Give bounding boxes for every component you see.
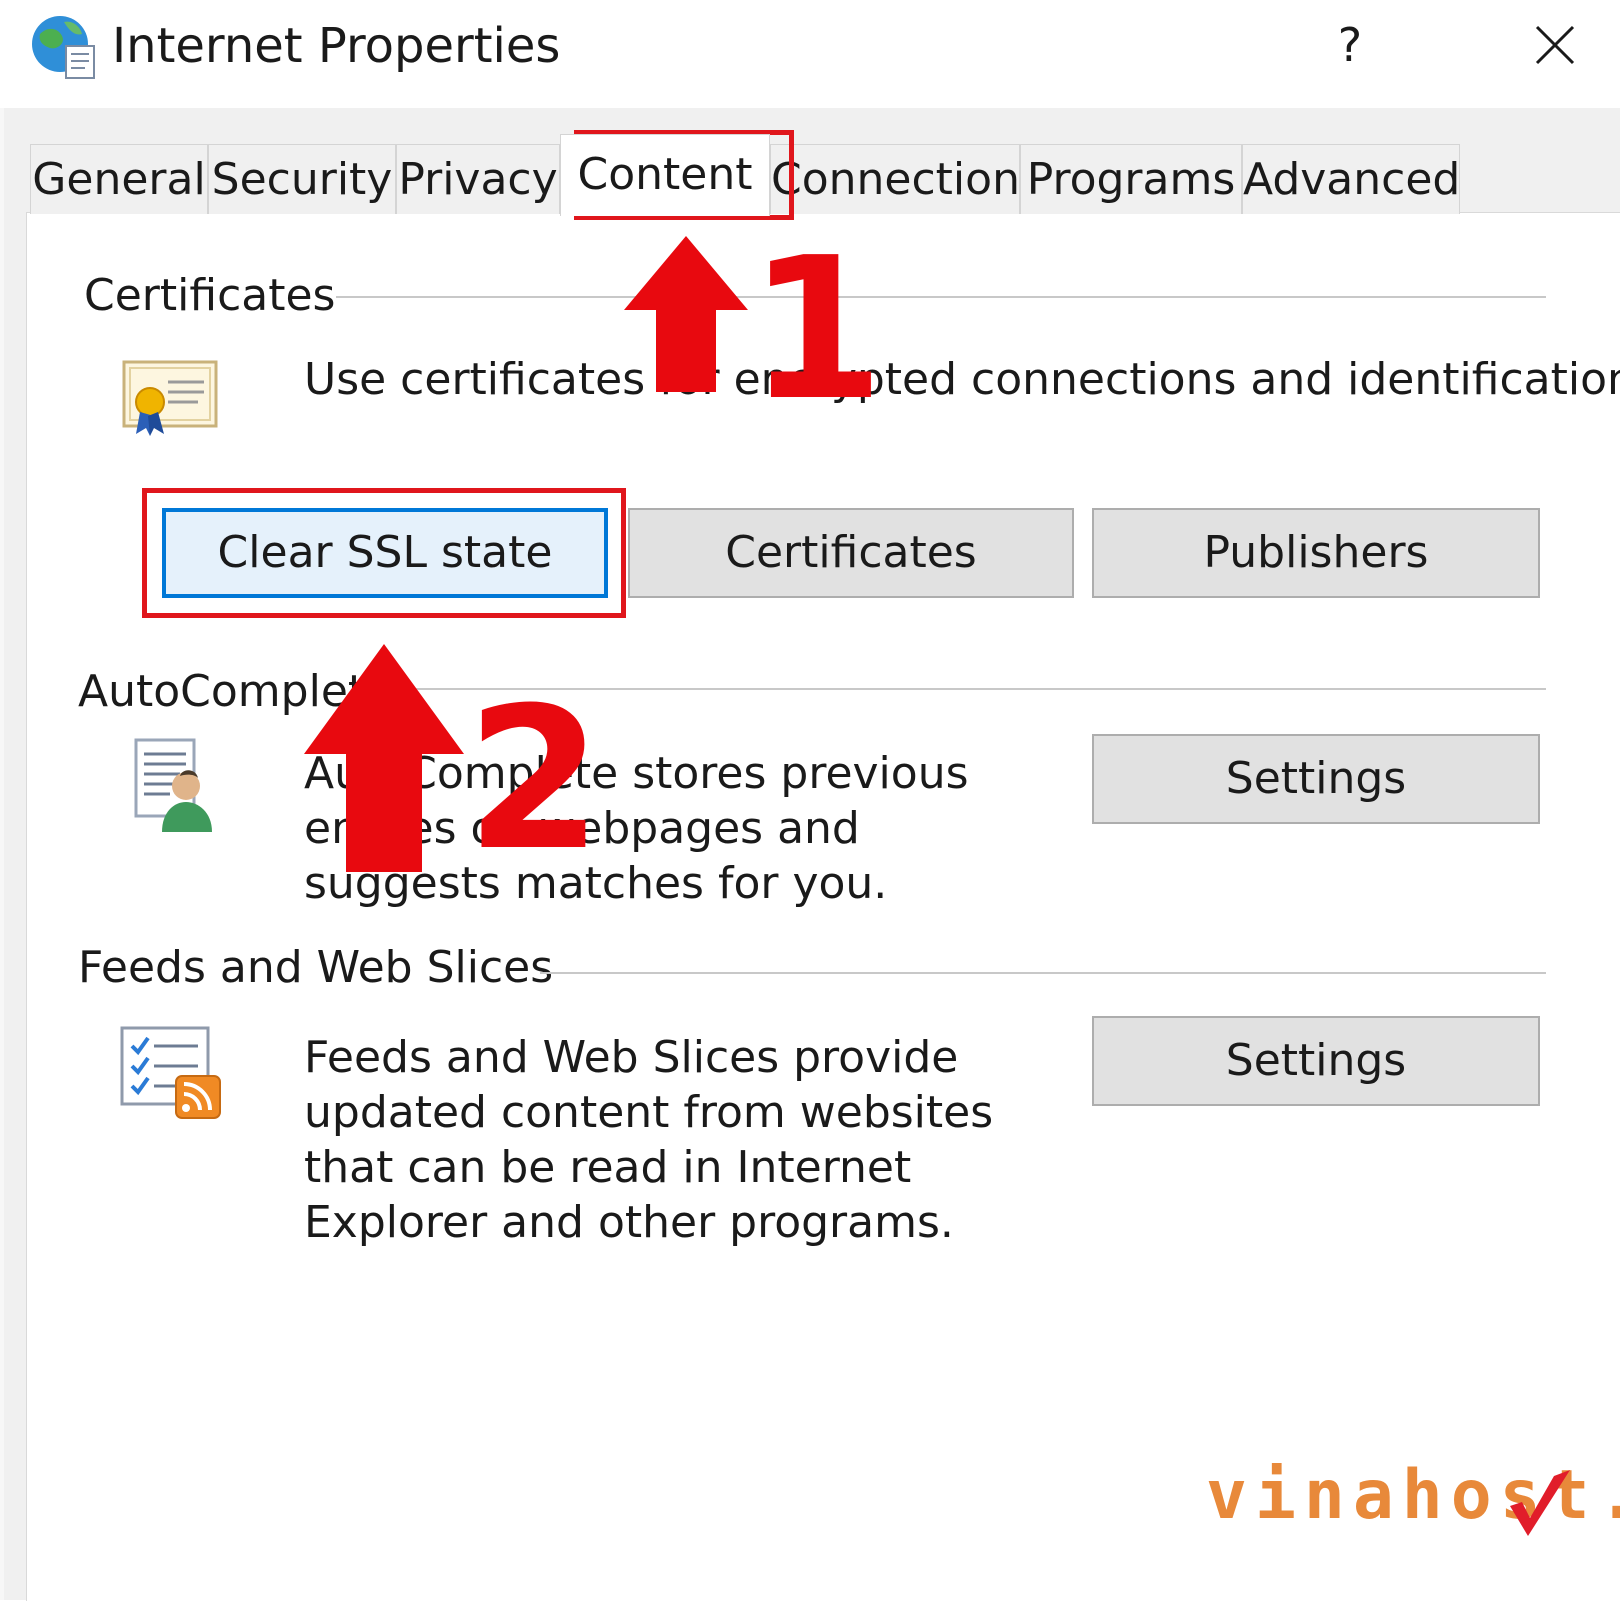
certificates-description: Use certificates for encrypted connectio… — [304, 354, 1620, 405]
feeds-group-label: Feeds and Web Slices — [78, 942, 554, 993]
certificate-icon — [122, 360, 218, 436]
step2-arrow-icon — [304, 644, 464, 872]
feeds-description: Feeds and Web Slices provide updated con… — [304, 1032, 994, 1248]
help-button[interactable]: ? — [1320, 10, 1380, 80]
checkmark-logo-icon — [1510, 1470, 1570, 1536]
tab-connections[interactable]: Connections — [770, 144, 1043, 214]
tab-security[interactable]: Security — [208, 144, 396, 214]
feeds-settings-button[interactable]: Settings — [1092, 1016, 1540, 1106]
step1-arrow-icon — [624, 236, 748, 392]
internet-properties-dialog: Internet Properties ? General Security P… — [0, 0, 1620, 1601]
tab-privacy[interactable]: Privacy — [396, 144, 560, 214]
step1-number: 1 — [748, 216, 885, 444]
step2-number: 2 — [466, 666, 603, 894]
tab-content[interactable]: Content — [560, 134, 770, 216]
certificates-group-divider — [336, 296, 1546, 298]
window-title: Internet Properties — [112, 18, 561, 74]
autocomplete-settings-button[interactable]: Settings — [1092, 734, 1540, 824]
tab-general[interactable]: General — [30, 144, 208, 214]
publishers-button[interactable]: Publishers — [1092, 508, 1540, 598]
clear-ssl-state-button[interactable]: Clear SSL state — [162, 508, 608, 598]
tab-programs[interactable]: Programs — [1020, 144, 1242, 214]
internet-globe-icon — [32, 16, 95, 79]
certificates-group-label: Certificates — [84, 270, 336, 321]
close-icon[interactable] — [1520, 10, 1590, 80]
tab-advanced[interactable]: Advanced — [1242, 144, 1460, 214]
certificates-button[interactable]: Certificates — [628, 508, 1074, 598]
feeds-group-divider — [540, 972, 1546, 974]
tab-strip: General Security Privacy Content Connect… — [30, 134, 1510, 216]
autocomplete-icon — [134, 738, 212, 832]
rss-feed-icon — [120, 1026, 221, 1119]
title-bar: Internet Properties ? — [0, 0, 1620, 108]
